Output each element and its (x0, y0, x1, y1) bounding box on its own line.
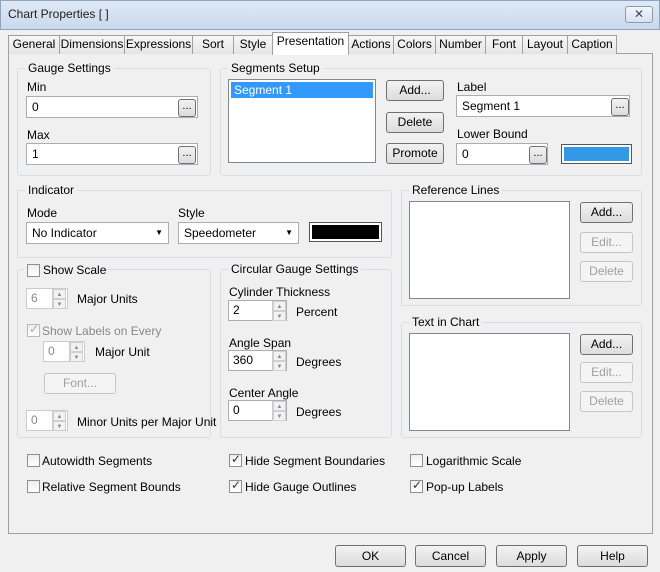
scale-font-button[interactable]: Font... (44, 373, 116, 394)
angle-span-spinner[interactable]: ▲ ▼ (272, 351, 286, 371)
popup-labels-checkbox[interactable] (410, 478, 423, 493)
major-unit-spinner[interactable]: ▲ ▼ (69, 342, 83, 362)
segment-delete-button[interactable]: Delete (386, 112, 444, 133)
window-title: Chart Properties [ ] (8, 7, 109, 21)
max-label: Max (27, 128, 50, 142)
tab-font[interactable]: Font (485, 35, 523, 54)
minor-units-spinner[interactable]: ▲ ▼ (52, 411, 66, 431)
angle-span-label: Angle Span (229, 336, 292, 350)
segment-promote-button[interactable]: Promote (386, 143, 444, 164)
autowidth-segments-checkbox[interactable] (27, 454, 40, 467)
reference-line-delete-button[interactable]: Delete (580, 261, 633, 282)
tab-layout[interactable]: Layout (522, 35, 568, 54)
angle-span-unit: Degrees (296, 355, 342, 369)
close-button[interactable]: ✕ (625, 6, 653, 23)
thickness-spinner[interactable]: ▲ ▼ (272, 301, 286, 321)
segments-setup-title: Segments Setup (228, 61, 323, 75)
tab-number[interactable]: Number (435, 35, 486, 54)
help-button[interactable]: Help (577, 545, 648, 567)
text-add-button[interactable]: Add... (580, 334, 633, 355)
thickness-label: Cylinder Thickness (229, 285, 331, 299)
segment-item[interactable]: Segment 1 (231, 82, 373, 98)
hide-segment-boundaries-label: Hide Segment Boundaries (245, 454, 386, 468)
logarithmic-scale-checkbox[interactable] (410, 454, 423, 467)
mode-select[interactable]: No Indicator (26, 222, 169, 244)
apply-button[interactable]: Apply (496, 545, 567, 567)
lower-bound-label: Lower Bound (457, 127, 528, 141)
indicator-title: Indicator (25, 183, 78, 197)
autowidth-segments-label: Autowidth Segments (42, 454, 153, 468)
segment-color-button[interactable] (561, 144, 632, 164)
reference-lines-title: Reference Lines (409, 183, 503, 197)
text-in-chart-list[interactable] (409, 333, 570, 431)
text-delete-button[interactable]: Delete (580, 391, 633, 412)
major-units-label: Major Units (77, 292, 138, 306)
logarithmic-scale-label: Logarithmic Scale (426, 454, 522, 468)
text-in-chart-title: Text in Chart (409, 315, 483, 329)
reference-line-edit-button[interactable]: Edit... (580, 232, 633, 253)
max-expression-button[interactable]: ... (178, 146, 196, 164)
major-unit-label: Major Unit (95, 345, 150, 359)
popup-labels-label: Pop-up Labels (426, 480, 504, 494)
min-expression-button[interactable]: ... (178, 99, 196, 117)
show-labels-checkbox[interactable] (27, 322, 40, 337)
text-edit-button[interactable]: Edit... (580, 362, 633, 383)
min-input[interactable]: 0 (26, 96, 198, 118)
gauge-settings-title: Gauge Settings (25, 61, 114, 75)
show-labels-label: Show Labels on Every (42, 324, 162, 338)
tab-caption[interactable]: Caption (567, 35, 617, 54)
reference-line-add-button[interactable]: Add... (580, 202, 633, 223)
show-scale-checkbox[interactable] (27, 264, 40, 277)
tab-actions[interactable]: Actions (348, 35, 394, 54)
show-scale-label: Show Scale (43, 263, 107, 277)
segment-label-label: Label (457, 80, 487, 94)
tab-colors[interactable]: Colors (393, 35, 436, 54)
major-units-spinner[interactable]: ▲ ▼ (52, 289, 66, 309)
segment-label-input[interactable]: Segment 1 (456, 95, 630, 117)
circular-gauge-title: Circular Gauge Settings (228, 262, 362, 276)
tab-sort[interactable]: Sort (192, 35, 234, 54)
hide-gauge-outlines-label: Hide Gauge Outlines (245, 480, 357, 494)
lower-bound-expression-button[interactable]: ... (529, 146, 547, 164)
center-angle-label: Center Angle (229, 386, 299, 400)
tab-dimensions[interactable]: Dimensions (59, 35, 125, 54)
style-select[interactable]: Speedometer (178, 222, 299, 244)
relative-segment-bounds-label: Relative Segment Bounds (42, 480, 181, 494)
minor-units-label: Minor Units per Major Unit (77, 415, 217, 429)
tab-style[interactable]: Style (233, 35, 273, 54)
ok-button[interactable]: OK (335, 545, 406, 567)
segment-label-expression-button[interactable]: ... (611, 98, 629, 116)
tab-general[interactable]: General (8, 35, 60, 54)
max-input[interactable]: 1 (26, 143, 198, 165)
thickness-unit: Percent (296, 305, 338, 319)
cancel-button[interactable]: Cancel (415, 545, 486, 567)
segments-list[interactable]: Segment 1 (228, 79, 376, 163)
tab-expressions[interactable]: Expressions (124, 35, 193, 54)
indicator-color-button[interactable] (309, 222, 382, 242)
reference-lines-list[interactable] (409, 201, 570, 299)
segment-add-button[interactable]: Add... (386, 80, 444, 101)
relative-segment-bounds-checkbox[interactable] (27, 480, 40, 493)
center-angle-spinner[interactable]: ▲ ▼ (272, 401, 286, 421)
mode-label: Mode (27, 206, 58, 220)
min-label: Min (27, 80, 47, 94)
style-label: Style (178, 206, 205, 220)
hide-gauge-outlines-checkbox[interactable] (229, 478, 242, 493)
hide-segment-boundaries-checkbox[interactable] (229, 452, 242, 467)
center-angle-unit: Degrees (296, 405, 342, 419)
tab-presentation[interactable]: Presentation (272, 32, 349, 55)
